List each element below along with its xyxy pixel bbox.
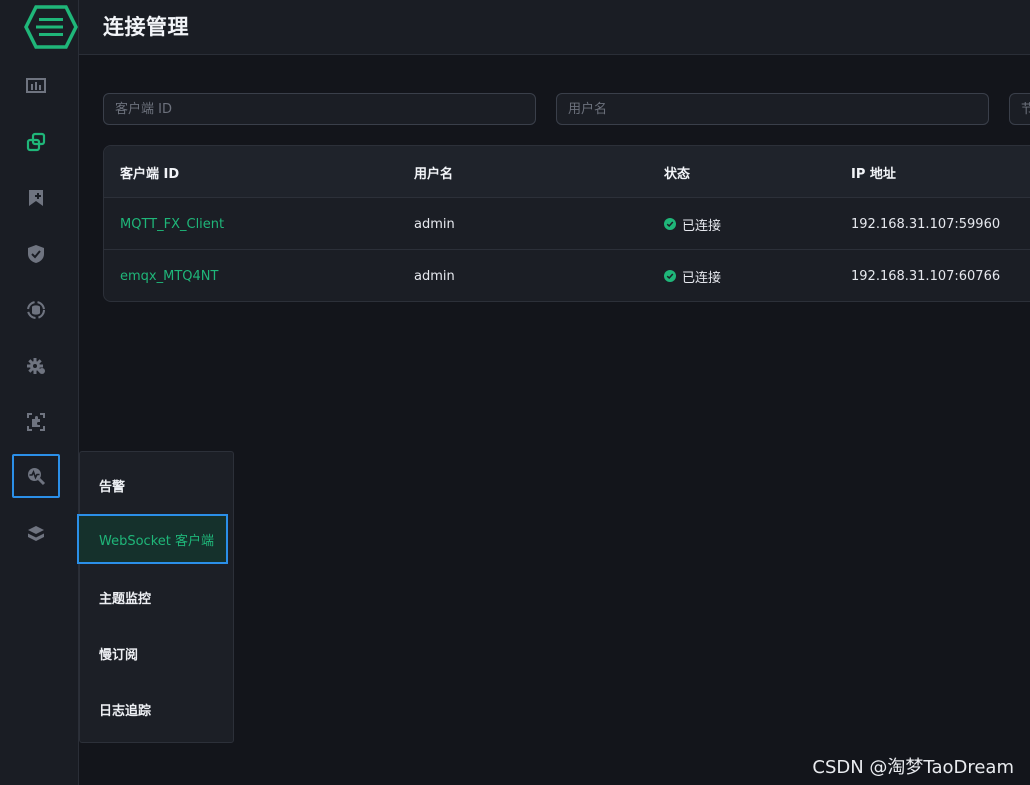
dashboard-icon [26,78,46,93]
node-select[interactable] [1009,93,1030,125]
check-circle-icon [664,270,676,282]
sidebar-item-system[interactable] [12,512,60,556]
check-circle-icon [664,218,676,230]
ip-cell: 192.168.31.107:60766 [851,268,1001,284]
column-header-username[interactable]: 用户名 [414,146,453,198]
sidebar-item-management[interactable] [12,344,60,388]
sidebar-item-connections[interactable] [12,120,60,164]
sidebar-item-subscriptions[interactable] [12,176,60,220]
ip-cell: 192.168.31.107:59960 [851,216,1001,232]
page-header: 连接管理 [79,0,1030,55]
table-row: MQTT_FX_Client admin 已连接 192.168.31.107:… [104,198,1030,250]
layers-icon [28,526,44,541]
client-id-link[interactable]: emqx_MTQ4NT [120,250,218,301]
page-title: 连接管理 [103,15,189,39]
submenu-item-topic-metrics[interactable]: 主题监控 [80,572,233,622]
status-text: 已连接 [682,218,722,234]
watermark: CSDN @淘梦TaoDream [812,757,1014,778]
data-integration-icon [27,301,45,319]
table-row: emqx_MTQ4NT admin 已连接 192.168.31.107:607… [104,250,1030,301]
sidebar-item-security[interactable] [12,232,60,276]
table-header-row: 客户端 ID 用户名 状态 IP 地址 [104,146,1030,198]
sidebar-item-data-integration[interactable] [12,288,60,332]
column-header-ip[interactable]: IP 地址 [851,146,896,198]
sidebar-item-diagnose[interactable] [12,454,60,498]
subscription-icon [29,190,43,206]
submenu-item-log-trace[interactable]: 日志追踪 [80,684,233,734]
username-input[interactable] [556,93,989,125]
extension-icon [27,413,45,431]
submenu-item-websocket-client[interactable]: WebSocket 客户端 [77,514,228,564]
emqx-logo[interactable] [22,4,80,50]
status-cell: 已连接 [664,250,722,301]
connections-table: 客户端 ID 用户名 状态 IP 地址 MQTT_FX_Client admin… [103,145,1030,302]
diagnose-submenu: 告警 WebSocket 客户端 主题监控 慢订阅 日志追踪 [77,451,234,743]
sidebar-item-extensions[interactable] [12,400,60,444]
submenu-item-alarms[interactable]: 告警 [80,460,233,510]
sidebar-item-dashboard[interactable] [12,64,60,108]
username-cell: admin [414,268,455,284]
client-id-link[interactable]: MQTT_FX_Client [120,198,224,250]
shield-icon [28,245,44,263]
status-cell: 已连接 [664,198,721,250]
client-id-input[interactable] [103,93,536,125]
submenu-item-slow-subscriptions[interactable]: 慢订阅 [80,628,233,678]
connections-icon [26,132,46,152]
sidebar [0,0,79,785]
gear-icon [27,358,45,374]
column-header-status[interactable]: 状态 [664,146,690,198]
username-cell: admin [414,216,455,232]
diagnose-icon [28,468,46,486]
column-header-client-id[interactable]: 客户端 ID [120,146,179,198]
status-text: 已连接 [682,270,722,286]
